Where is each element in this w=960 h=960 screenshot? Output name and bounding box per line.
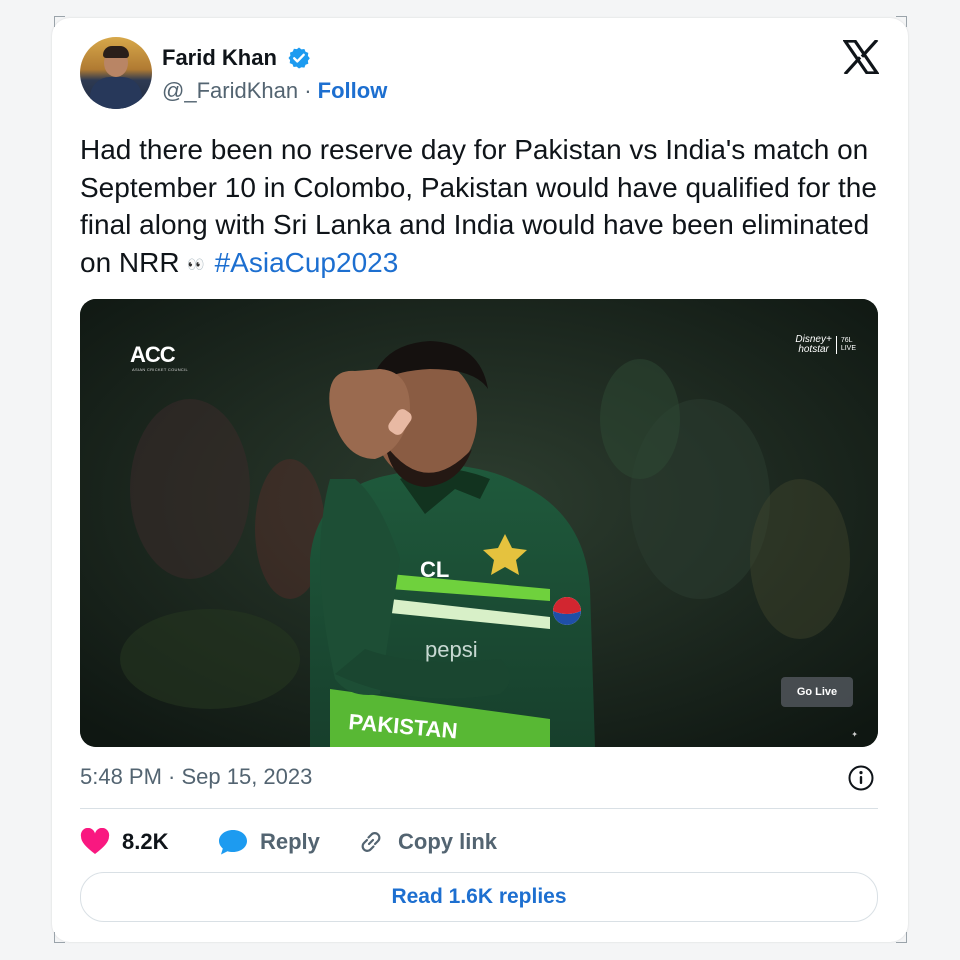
live-label: LIVE (840, 345, 856, 352)
hotstar-watermark: Disney+ hotstar 76L LIVE (795, 335, 856, 355)
reply-bubble-icon (219, 830, 247, 855)
heart-icon (80, 828, 110, 854)
author-name[interactable]: Farid Khan (162, 45, 277, 71)
acc-logo-sub: ASIAN CRICKET COUNCIL (132, 367, 189, 372)
copy-link-label: Copy link (398, 829, 498, 854)
tweet-text: Had there been no reserve day for Pakist… (80, 131, 890, 283)
action-bar: 8.2K Reply Copy link (80, 824, 878, 860)
link-icon (361, 832, 381, 852)
read-replies-button[interactable]: Read 1.6K replies (80, 872, 878, 922)
author-handle[interactable]: @_FaridKhan (162, 78, 298, 103)
likes-count: 8.2K (122, 829, 169, 854)
reply-label: Reply (260, 829, 320, 854)
acc-logo: ACC (130, 342, 176, 367)
like-button[interactable]: 8.2K (80, 824, 168, 860)
media-dot-icon: ✦ (851, 730, 858, 739)
x-logo-icon[interactable] (843, 40, 879, 74)
jersey-pepsi-text: pepsi (425, 637, 478, 662)
follow-button[interactable]: Follow (318, 78, 388, 103)
corner-mark (54, 16, 65, 27)
watermark-divider (835, 336, 837, 354)
verified-badge-icon (288, 47, 310, 69)
corner-mark (896, 932, 907, 943)
divider (80, 808, 878, 809)
video-frame: CL pepsi PAKISTAN (80, 299, 878, 747)
eyes-emoji: 👀 (187, 255, 207, 272)
handle-row: @_FaridKhan · Follow (162, 78, 387, 104)
reply-button[interactable]: Reply (218, 824, 320, 860)
separator-dot: · (304, 78, 312, 103)
corner-mark (54, 932, 65, 943)
hotstar-brand: hotstar (798, 344, 829, 355)
go-live-button[interactable]: Go Live (781, 677, 853, 707)
tweet-timestamp[interactable]: 5:48 PM · Sep 15, 2023 (80, 764, 312, 790)
avatar[interactable] (80, 37, 152, 109)
viewer-count: 76L (840, 337, 853, 344)
copy-link-button[interactable]: Copy link (356, 824, 497, 860)
info-icon[interactable] (847, 764, 875, 792)
corner-mark (896, 16, 907, 27)
hashtag-link[interactable]: #AsiaCup2023 (215, 247, 399, 278)
page: Farid Khan @_FaridKhan · Follow Had ther… (0, 0, 960, 960)
jersey-sponsor-text: CL (420, 557, 449, 582)
tweet-video[interactable]: CL pepsi PAKISTAN ACC ASIAN CRICKET COUN… (80, 299, 878, 747)
